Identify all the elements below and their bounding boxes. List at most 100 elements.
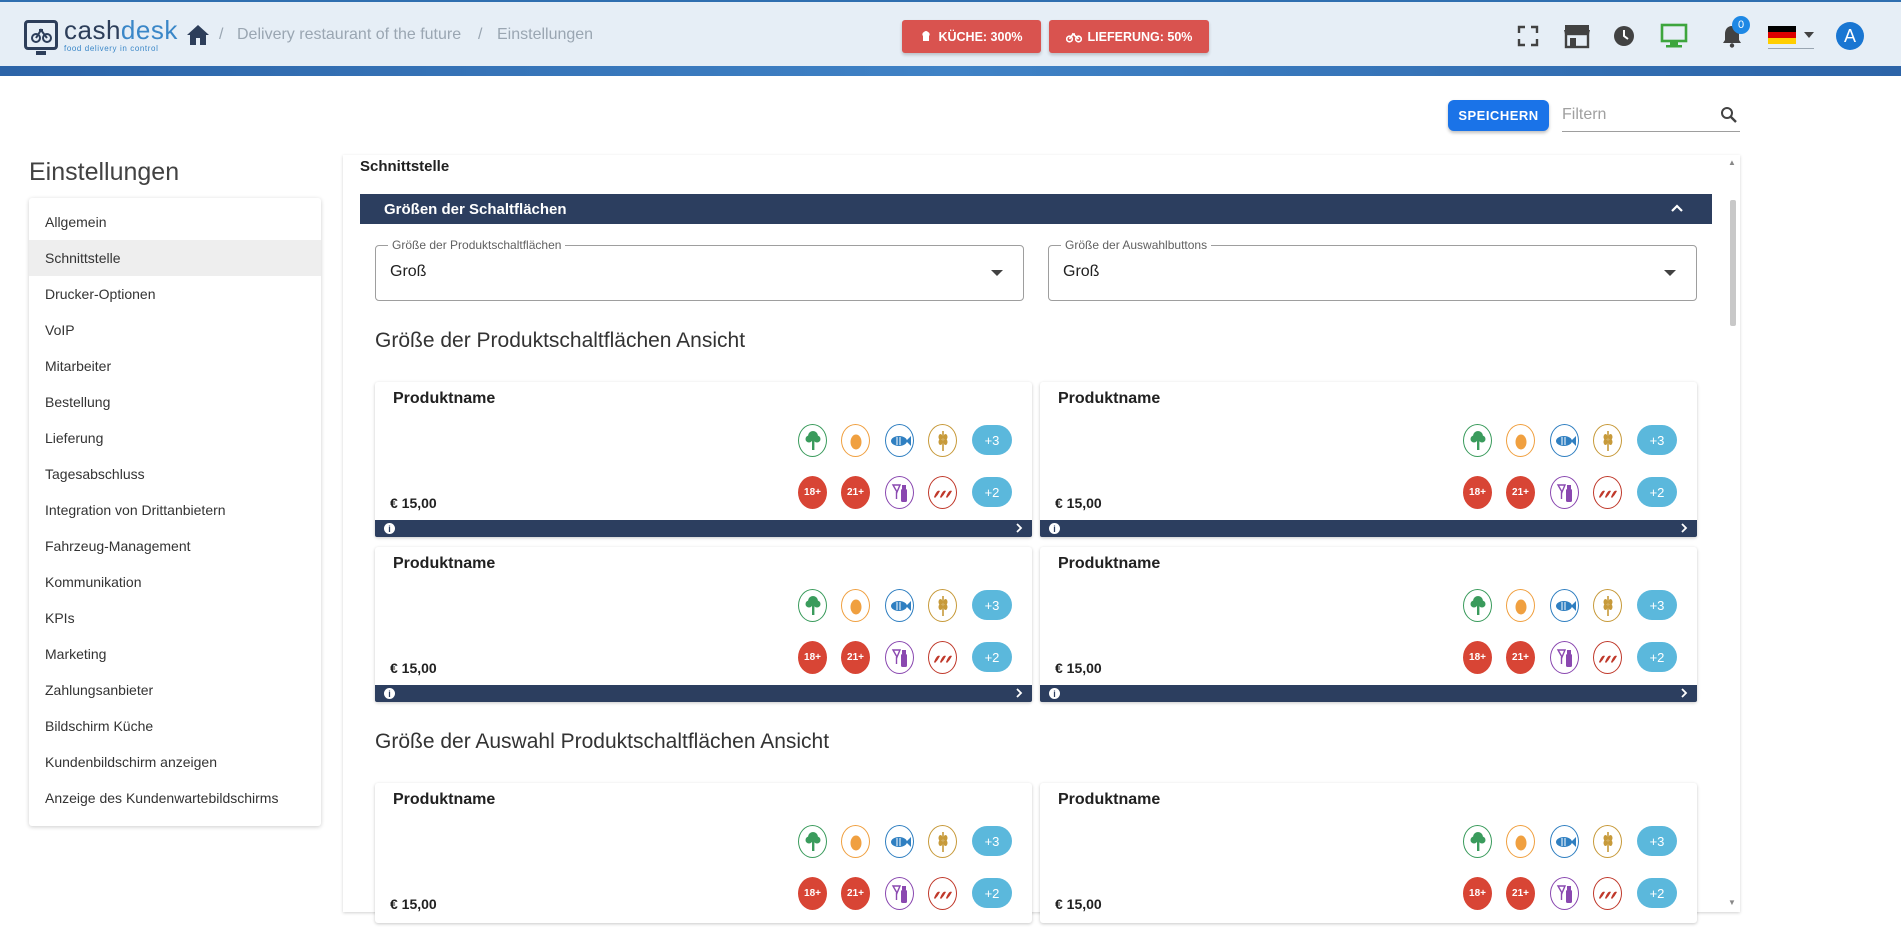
product-card-footer-bar[interactable]: i xyxy=(1040,685,1697,702)
alcohol-icon xyxy=(885,476,914,509)
breadcrumb-separator: / xyxy=(219,26,224,43)
sidebar-item-fahrzeug-management[interactable]: Fahrzeug-Management xyxy=(29,528,321,564)
gluten-icon xyxy=(928,424,957,457)
sidebar-item-integration[interactable]: Integration von Drittanbietern xyxy=(29,492,321,528)
store-icon[interactable] xyxy=(1563,22,1591,50)
product-button-size-select[interactable]: Größe der Produktschaltflächen Groß xyxy=(375,238,1024,301)
product-preview-heading: Größe der Produktschaltflächen Ansicht xyxy=(375,329,746,352)
product-price: € 15,00 xyxy=(390,660,437,676)
sidebar-item-allgemein[interactable]: Allgemein xyxy=(29,204,321,240)
product-price: € 15,00 xyxy=(390,896,437,912)
sidebar-item-bildschirm-kueche[interactable]: Bildschirm Küche xyxy=(29,708,321,744)
scrollbar-thumb[interactable] xyxy=(1730,200,1736,326)
egg-icon xyxy=(841,589,870,622)
more-allergens-chip: +3 xyxy=(1637,425,1677,455)
sidebar-item-kundenwartebildschirm[interactable]: Anzeige des Kundenwartebildschirms xyxy=(29,780,321,816)
fish-icon xyxy=(1550,424,1579,457)
alcohol-icon xyxy=(1550,641,1579,674)
age-18-icon: 18+ xyxy=(798,877,827,910)
product-card-preview[interactable]: Produktname € 15,00 +3 18+ 21+ +2 xyxy=(375,783,1032,923)
more-allergens-chip: +3 xyxy=(1637,590,1677,620)
save-button[interactable]: SPEICHERN xyxy=(1448,100,1549,131)
fish-icon xyxy=(885,589,914,622)
fish-icon xyxy=(885,424,914,457)
product-card-footer-bar[interactable]: i xyxy=(375,685,1032,702)
sidebar-item-zahlungsanbieter[interactable]: Zahlungsanbieter xyxy=(29,672,321,708)
product-card-preview[interactable]: Produktname € 15,00 +3 18+ 21+ +2 i xyxy=(1040,547,1697,702)
egg-icon xyxy=(1506,825,1535,858)
age-18-icon: 18+ xyxy=(1463,641,1492,674)
button-sizes-panel-header[interactable]: Größen der Schaltflächen xyxy=(360,194,1712,224)
dropdown-arrow-icon xyxy=(991,270,1003,276)
alcohol-icon xyxy=(885,641,914,674)
bell-icon[interactable]: 0 xyxy=(1718,16,1750,50)
clock-icon[interactable] xyxy=(1610,22,1638,50)
product-card-preview[interactable]: Produktname € 15,00 +3 18+ 21+ +2 i xyxy=(375,547,1032,702)
vegan-icon xyxy=(1463,424,1492,457)
info-icon[interactable]: i xyxy=(384,688,395,699)
info-icon[interactable]: i xyxy=(1049,523,1060,534)
sidebar-item-tagesabschluss[interactable]: Tagesabschluss xyxy=(29,456,321,492)
gluten-icon xyxy=(928,825,957,858)
kitchen-status-button[interactable]: KÜCHE: 300% xyxy=(902,20,1041,53)
age-21-icon: 21+ xyxy=(1506,877,1535,910)
chevron-right-icon[interactable] xyxy=(1679,688,1689,698)
scroll-up-arrow[interactable]: ▲ xyxy=(1728,158,1736,167)
gluten-icon xyxy=(1593,589,1622,622)
cashdesk-logo[interactable]: cashdesk food delivery in control xyxy=(24,16,178,55)
filter-input[interactable] xyxy=(1562,100,1712,130)
sidebar-item-marketing[interactable]: Marketing xyxy=(29,636,321,672)
vegan-icon xyxy=(798,825,827,858)
spicy-icon xyxy=(1593,877,1622,910)
fish-icon xyxy=(1550,589,1579,622)
alcohol-icon xyxy=(1550,877,1579,910)
filter-field xyxy=(1562,100,1740,132)
breadcrumb-restaurant[interactable]: Delivery restaurant of the future xyxy=(237,26,461,44)
language-dropdown-icon[interactable] xyxy=(1804,32,1814,38)
scroll-down-arrow[interactable]: ▼ xyxy=(1728,898,1736,907)
spicy-icon xyxy=(1593,641,1622,674)
sidebar-item-kpis[interactable]: KPIs xyxy=(29,600,321,636)
more-additives-chip: +2 xyxy=(1637,642,1677,672)
sidebar-item-mitarbeiter[interactable]: Mitarbeiter xyxy=(29,348,321,384)
sidebar-item-kommunikation[interactable]: Kommunikation xyxy=(29,564,321,600)
delivery-status-button[interactable]: LIEFERUNG: 50% xyxy=(1049,20,1209,53)
info-icon[interactable]: i xyxy=(1049,688,1060,699)
sidebar-item-schnittstelle[interactable]: Schnittstelle xyxy=(29,240,321,276)
product-card-preview[interactable]: Produktname € 15,00 +3 18+ 21+ +2 xyxy=(1040,783,1697,923)
fullscreen-icon[interactable] xyxy=(1514,22,1542,50)
more-allergens-chip: +3 xyxy=(1637,826,1677,856)
sidebar-item-drucker-optionen[interactable]: Drucker-Optionen xyxy=(29,276,321,312)
home-icon[interactable] xyxy=(186,24,210,46)
top-app-bar: cashdesk food delivery in control / Deli… xyxy=(0,0,1901,66)
user-avatar[interactable]: A xyxy=(1836,22,1864,50)
more-additives-chip: +2 xyxy=(972,477,1012,507)
chevron-up-icon[interactable] xyxy=(1670,201,1684,215)
search-icon[interactable] xyxy=(1720,106,1738,124)
breadcrumb-settings: Einstellungen xyxy=(497,26,594,43)
chevron-right-icon[interactable] xyxy=(1014,523,1024,533)
logo-tagline: food delivery in control xyxy=(64,44,159,53)
more-additives-chip: +2 xyxy=(972,878,1012,908)
monitor-icon[interactable] xyxy=(1660,22,1688,50)
fish-icon xyxy=(885,825,914,858)
product-card-footer-bar[interactable]: i xyxy=(1040,520,1697,537)
sidebar-item-kundenbildschirm[interactable]: Kundenbildschirm anzeigen xyxy=(29,744,321,780)
sidebar-item-voip[interactable]: VoIP xyxy=(29,312,321,348)
product-card-footer-bar[interactable]: i xyxy=(375,520,1032,537)
egg-icon xyxy=(841,825,870,858)
age-21-icon: 21+ xyxy=(841,877,870,910)
select-label: Größe der Produktschaltflächen xyxy=(388,238,566,252)
info-icon[interactable]: i xyxy=(384,523,395,534)
sidebar-item-lieferung[interactable]: Lieferung xyxy=(29,420,321,456)
chevron-right-icon[interactable] xyxy=(1014,688,1024,698)
age-21-icon: 21+ xyxy=(841,476,870,509)
selection-button-size-select[interactable]: Größe der Auswahlbuttons Groß xyxy=(1048,238,1697,301)
sidebar-item-bestellung[interactable]: Bestellung xyxy=(29,384,321,420)
product-card-preview[interactable]: Produktname € 15,00 +3 18+ 21+ +2 i xyxy=(1040,382,1697,537)
chevron-right-icon[interactable] xyxy=(1679,523,1689,533)
product-card-preview[interactable]: Produktname € 15,00 +3 18+ 21+ +2 i xyxy=(375,382,1032,537)
gluten-icon xyxy=(1593,825,1622,858)
flag-de-icon[interactable] xyxy=(1768,26,1796,44)
product-name: Produktname xyxy=(393,390,496,407)
